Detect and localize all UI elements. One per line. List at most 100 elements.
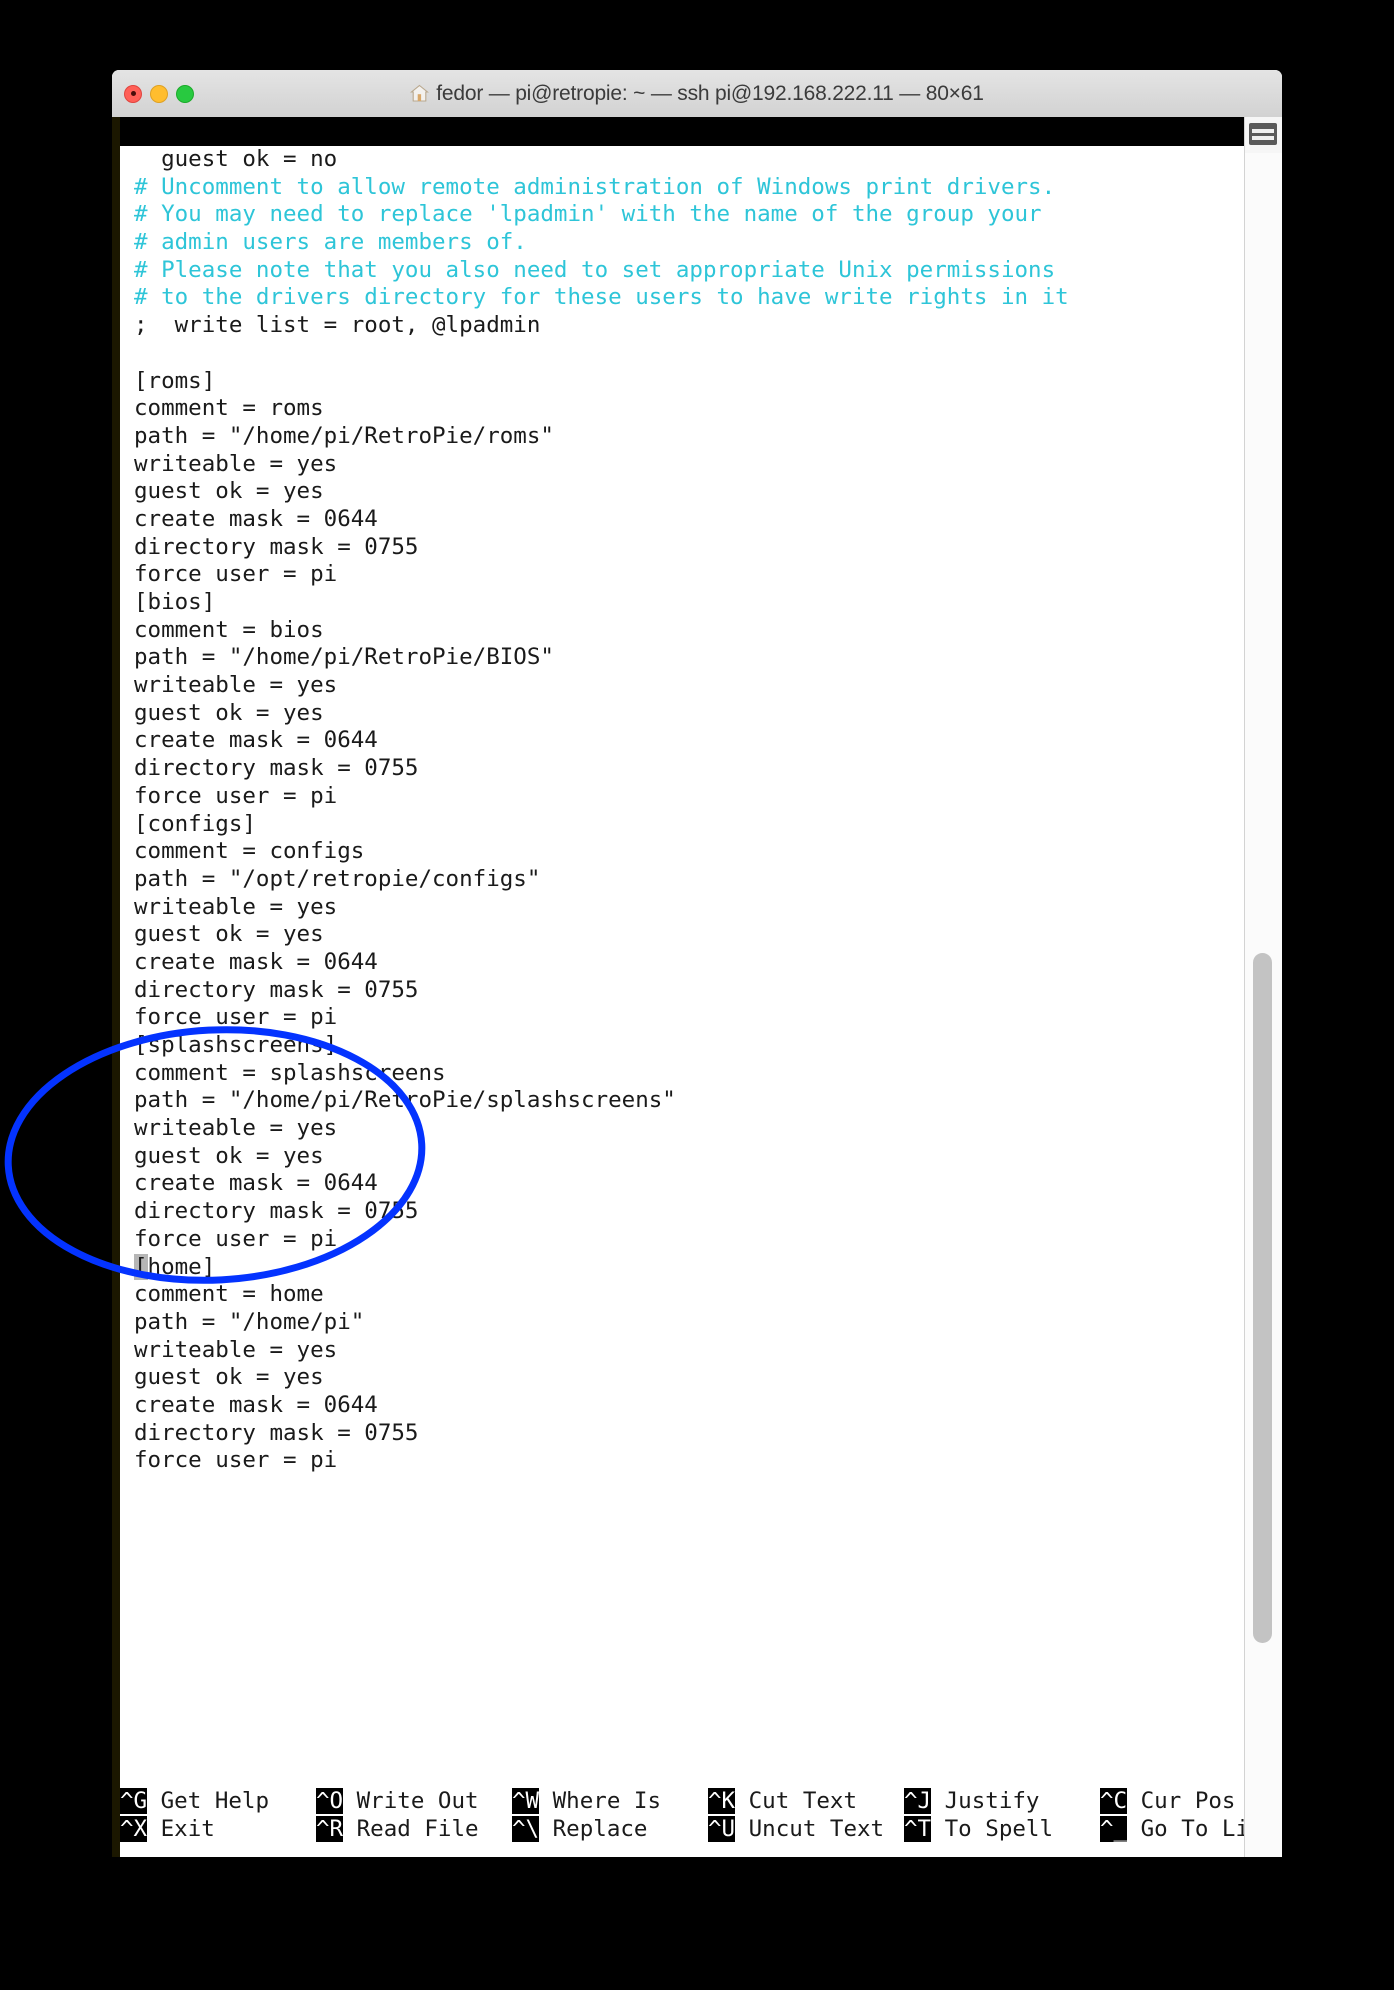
help-shortcut-key: ^O xyxy=(316,1788,344,1814)
editor-line: writeable = yes xyxy=(134,450,338,477)
editor-line: create mask = 0644 xyxy=(134,727,378,754)
help-shortcut[interactable]: ^U Uncut Text xyxy=(708,1815,884,1843)
editor-line: create mask = 0644 xyxy=(134,1391,378,1418)
close-window-button[interactable] xyxy=(124,84,142,103)
help-shortcut-label: Go To Line xyxy=(1140,1816,1245,1842)
editor-line: writeable = yes xyxy=(134,893,338,920)
editor-line: [bios] xyxy=(134,589,216,615)
editor-line: create mask = 0644 xyxy=(134,505,378,532)
editor-line: [home] xyxy=(134,1253,216,1280)
maximize-window-button[interactable] xyxy=(176,84,194,103)
editor-line: guest ok = yes xyxy=(134,478,324,505)
editor-line: directory mask = 0755 xyxy=(134,755,419,782)
help-shortcut[interactable]: ^J Justify xyxy=(904,1787,1039,1815)
text-cursor: [ xyxy=(134,1253,148,1280)
help-shortcut-label: Replace xyxy=(539,1816,648,1842)
help-shortcut[interactable]: ^R Read File xyxy=(316,1815,479,1843)
traffic-lights xyxy=(124,70,194,117)
editor-line: force user = pi xyxy=(134,561,338,588)
minimize-window-button[interactable] xyxy=(150,84,168,103)
editor-line: force user = pi xyxy=(134,1447,338,1474)
editor-line: force user = pi xyxy=(134,782,338,809)
help-shortcut-label: Write Out xyxy=(343,1788,479,1814)
editor-line: directory mask = 0755 xyxy=(134,1198,419,1225)
help-shortcut[interactable]: ^C Cur Pos xyxy=(1100,1787,1235,1815)
help-shortcut-label: Uncut Text xyxy=(735,1816,885,1842)
editor-line: directory mask = 0755 xyxy=(134,976,419,1003)
editor-line: [configs] xyxy=(134,810,256,837)
nano-help-bar: ^G Get Help ^O Write Out ^W Where Is ^K Cut… xyxy=(120,1777,1245,1857)
editor-line: [roms] xyxy=(134,367,216,394)
help-row-primary: ^G Get Help ^O Write Out ^W Where Is ^K Cut… xyxy=(120,1787,1245,1815)
editor-line: # Please note that you also need to set … xyxy=(134,256,1056,283)
editor-line: guest ok = no xyxy=(134,146,338,172)
editor-line: # Uncomment to allow remote administrati… xyxy=(134,173,1056,200)
help-shortcut-label: Cut Text xyxy=(735,1788,858,1814)
window-title-text: fedor — pi@retropie: ~ — ssh pi@192.168.… xyxy=(436,81,984,105)
nano-header-bar: GNU nano 3.2 /etc/samba/smb.conf xyxy=(120,117,1245,202)
terminal-window: fedor — pi@retropie: ~ — ssh pi@192.168.… xyxy=(112,70,1282,1857)
editor-line: create mask = 0644 xyxy=(134,948,378,975)
scrollbar-thumb[interactable] xyxy=(1253,953,1272,1643)
help-shortcut-label: Where Is xyxy=(539,1788,662,1814)
editor-line: # You may need to replace 'lpadmin' with… xyxy=(134,201,1042,228)
scroll-column xyxy=(1244,117,1282,1857)
help-row-secondary: ^X Exit ^R Read File ^\ Replace ^U Uncut Te… xyxy=(120,1815,1245,1843)
help-shortcut[interactable]: ^W Where Is xyxy=(512,1787,661,1815)
terminal-left-gutter xyxy=(112,117,120,1857)
editor-line: writeable = yes xyxy=(134,1115,338,1142)
menu-icon[interactable] xyxy=(1249,123,1277,145)
help-shortcut-key: ^U xyxy=(708,1816,736,1842)
editor-line: comment = home xyxy=(134,1281,324,1308)
window-title-bar: fedor — pi@retropie: ~ — ssh pi@192.168.… xyxy=(112,70,1282,118)
help-shortcut[interactable]: ^\ Replace xyxy=(512,1815,647,1843)
editor-line: guest ok = yes xyxy=(134,1142,324,1169)
nano-editor-area[interactable]: guest ok = no # Uncomment to allow remote… xyxy=(120,146,1245,1753)
editor-line: comment = roms xyxy=(134,395,324,422)
editor-line: path = "/opt/retropie/configs" xyxy=(134,865,541,892)
editor-line: path = "/home/pi/RetroPie/BIOS" xyxy=(134,644,554,671)
help-shortcut-key: ^X xyxy=(120,1816,148,1842)
help-shortcut-label: To Spell xyxy=(931,1816,1054,1842)
help-shortcut[interactable]: ^X Exit xyxy=(120,1815,215,1843)
editor-line: guest ok = yes xyxy=(134,921,324,948)
help-shortcut-key: ^\ xyxy=(512,1816,540,1842)
help-shortcut-key: ^_ xyxy=(1100,1816,1128,1842)
help-shortcut[interactable]: ^K Cut Text xyxy=(708,1787,857,1815)
editor-line: writeable = yes xyxy=(134,672,338,699)
help-shortcut-label: Exit xyxy=(147,1816,215,1842)
help-shortcut-key: ^J xyxy=(904,1788,932,1814)
help-shortcut-label: Justify xyxy=(931,1788,1040,1814)
help-shortcut-key: ^W xyxy=(512,1788,540,1814)
editor-line: force user = pi xyxy=(134,1225,338,1252)
help-shortcut[interactable]: ^O Write Out xyxy=(316,1787,479,1815)
editor-line: path = "/home/pi/RetroPie/splashscreens" xyxy=(134,1087,676,1114)
editor-line: ; write list = root, @lpadmin xyxy=(134,312,541,339)
editor-line: comment = bios xyxy=(134,616,324,643)
help-shortcut-key: ^R xyxy=(316,1816,344,1842)
help-shortcut[interactable]: ^G Get Help xyxy=(120,1787,269,1815)
help-shortcut-key: ^K xyxy=(708,1788,736,1814)
editor-line: path = "/home/pi" xyxy=(134,1308,365,1335)
vertical-scrollbar[interactable] xyxy=(1245,153,1282,1857)
help-shortcut-label: Get Help xyxy=(147,1788,270,1814)
editor-line: comment = splashscreens xyxy=(134,1059,446,1086)
help-shortcut-label: Cur Pos xyxy=(1127,1788,1236,1814)
editor-line: force user = pi xyxy=(134,1004,338,1031)
editor-line: directory mask = 0755 xyxy=(134,1419,419,1446)
editor-line: # admin users are members of. xyxy=(134,229,527,256)
editor-line: comment = configs xyxy=(134,838,365,865)
terminal-content: GNU nano 3.2 /etc/samba/smb.conf guest o… xyxy=(112,117,1245,1857)
editor-line: path = "/home/pi/RetroPie/roms" xyxy=(134,422,554,449)
home-icon xyxy=(410,84,430,103)
editor-line: guest ok = yes xyxy=(134,1364,324,1391)
help-shortcut-key: ^T xyxy=(904,1816,932,1842)
help-shortcut[interactable]: ^_ Go To Line xyxy=(1100,1815,1245,1843)
editor-line: directory mask = 0755 xyxy=(134,533,419,560)
window-title: fedor — pi@retropie: ~ — ssh pi@192.168.… xyxy=(112,82,1282,106)
help-shortcut-key: ^C xyxy=(1100,1788,1128,1814)
help-shortcut[interactable]: ^T To Spell xyxy=(904,1815,1053,1843)
editor-line: writeable = yes xyxy=(134,1336,338,1363)
help-shortcut-label: Read File xyxy=(343,1816,479,1842)
